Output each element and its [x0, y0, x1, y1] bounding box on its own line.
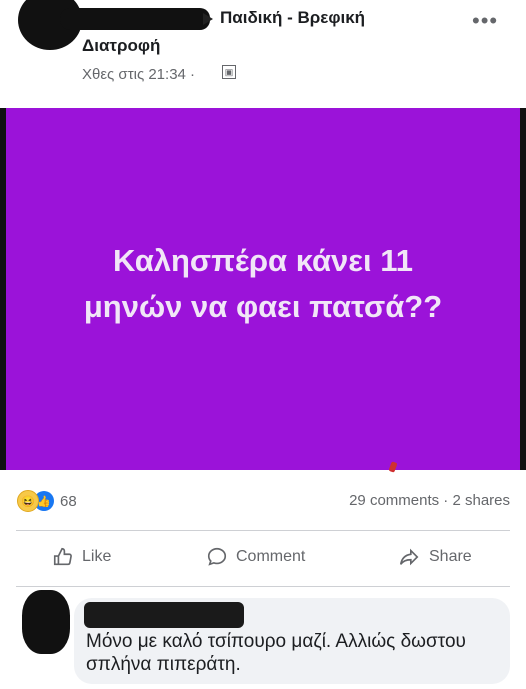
- comment-button[interactable]: Comment: [206, 546, 305, 568]
- comment-bubble-icon: [207, 547, 227, 566]
- reaction-count: 68: [60, 492, 77, 510]
- comment-bubble: Μόνο με καλό τσίπουρο μαζί. Αλλιώς δωστο…: [74, 598, 510, 684]
- post-text-line-1: Καλησπέρα κάνει 11: [113, 243, 413, 278]
- post-text-line-2: μηνών να φαει πατσά??: [83, 289, 443, 324]
- group-name-continued[interactable]: Διατροφή: [82, 36, 160, 56]
- haha-reaction-icon: 😆: [17, 490, 39, 512]
- post-background-card: Καλησπέρα κάνει 11 μηνών να φαει πατσά??: [0, 108, 526, 470]
- post-timestamp[interactable]: Χθες στις 21:34 ·: [82, 66, 195, 83]
- divider: [16, 530, 510, 531]
- arrow-right-icon: [203, 13, 213, 25]
- thumbs-up-icon: [53, 547, 72, 566]
- like-button[interactable]: Like: [52, 546, 111, 568]
- redacted-author-name[interactable]: [60, 8, 210, 30]
- comment-text: Μόνο με καλό τσίπουρο μαζί. Αλλιώς δωστο…: [86, 631, 466, 675]
- redacted-commenter-avatar[interactable]: [22, 590, 70, 654]
- more-options-icon[interactable]: •••: [472, 8, 498, 34]
- share-button[interactable]: Share: [397, 546, 472, 568]
- post-text: Καλησπέρα κάνει 11 μηνών να φαει πατσά??: [40, 238, 486, 330]
- card-border-right: [520, 108, 526, 470]
- like-label: Like: [82, 548, 112, 565]
- comments-shares-count[interactable]: 29 comments · 2 shares: [349, 492, 510, 509]
- post-header: Παιδική - Βρεφική Διατροφή Χθες στις 21:…: [0, 0, 526, 105]
- divider: [16, 586, 510, 587]
- audience-icon[interactable]: ▣: [222, 65, 236, 79]
- share-arrow-icon: [399, 548, 419, 566]
- share-label: Share: [429, 548, 472, 565]
- card-border-left: [0, 108, 6, 470]
- redacted-commenter-name[interactable]: [84, 602, 244, 628]
- group-name[interactable]: Παιδική - Βρεφική: [220, 8, 365, 28]
- comment-label: Comment: [236, 548, 306, 565]
- reactions-summary[interactable]: 😆 👍 68: [17, 490, 77, 512]
